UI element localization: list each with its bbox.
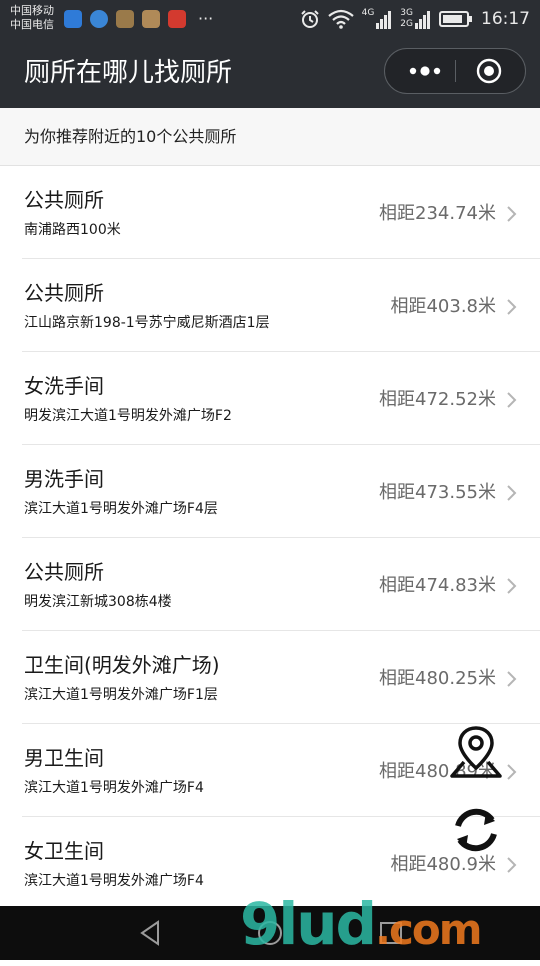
list-item[interactable]: 公共厕所 江山路京新198-1号苏宁威尼斯酒店1层 相距403.8米 [0,259,540,352]
toilet-address: 明发滨江大道1号明发外滩广场F2 [24,408,232,424]
carrier-2: 中国电信 [10,18,54,31]
toilet-distance: 相距403.8米 [390,296,496,317]
notification-icons: ··· [64,10,213,28]
title-bar: 厕所在哪儿找厕所 [0,40,540,108]
chevron-right-icon [507,299,517,315]
network-label-3: 2G [400,19,413,29]
chevron-right-icon [507,392,517,408]
chevron-right-icon [507,857,517,873]
photo-app-icon [142,10,160,28]
toilet-address: 滨江大道1号明发外滩广场F4 [24,780,204,796]
toilet-name: 公共厕所 [24,560,104,584]
list-item[interactable]: 卫生间(明发外滩广场) 滨江大道1号明发外滩广场F1层 相距480.25米 [0,631,540,724]
toilet-name: 公共厕所 [24,188,104,212]
toilet-distance: 相距234.74米 [379,203,496,224]
chevron-right-icon [507,671,517,687]
toilet-distance: 相距474.83米 [379,575,496,596]
status-right: 4G 3G 2G 16:17 [300,8,530,30]
recommendation-text: 为你推荐附近的10个公共厕所 [24,127,237,146]
toilet-distance: 相距480.25米 [379,668,496,689]
more-dots-icon [409,66,441,76]
news-app-icon [168,10,186,28]
chevron-right-icon [507,485,517,501]
network-label-1: 4G [361,8,375,18]
toilet-list: 公共厕所 南浦路西100米 相距234.74米 公共厕所 江山路京新198-1号… [0,166,540,910]
signal-group-2: 3G 2G [400,9,431,29]
recommendation-header: 为你推荐附近的10个公共厕所 [0,108,540,166]
toilet-address: 南浦路西100米 [24,222,121,238]
mini-program-capsule [384,48,526,94]
back-triangle-icon[interactable] [136,918,166,948]
clock: 16:17 [481,9,530,29]
battery-icon [439,11,472,27]
chevron-right-icon [507,764,517,780]
close-mini-program-button[interactable] [461,49,517,93]
toilet-name: 公共厕所 [24,281,104,305]
map-pin-icon [450,726,502,778]
capsule-divider [455,60,456,82]
signal-icon-2 [415,11,430,29]
toilet-name: 男洗手间 [24,467,104,491]
page-title: 厕所在哪儿找厕所 [24,58,233,88]
more-button[interactable] [395,49,455,93]
more-notifications-icon: ··· [198,9,214,28]
recent-square-icon[interactable] [376,918,406,948]
toilet-name: 女洗手间 [24,374,104,398]
list-item[interactable]: 公共厕所 南浦路西100米 相距234.74米 [0,166,540,259]
chevron-right-icon [507,578,517,594]
baidu-app-icon [64,10,82,28]
toilet-name: 男卫生间 [24,746,104,770]
home-circle-icon[interactable] [255,918,285,948]
wifi-icon [327,9,354,29]
system-navigation-bar [0,906,540,960]
chevron-right-icon [507,206,517,222]
toilet-name: 女卫生间 [24,839,104,863]
k-app-icon [90,10,108,28]
network-label-2: 3G [400,8,413,18]
toilet-name: 卫生间(明发外滩广场) [24,653,220,677]
toilet-distance: 相距472.52米 [379,389,496,410]
list-item[interactable]: 男洗手间 滨江大道1号明发外滩广场F4层 相距473.55米 [0,445,540,538]
signal-group-1: 4G [362,9,393,29]
carrier-info: 中国移动 中国电信 [10,4,54,32]
refresh-button[interactable] [446,800,506,860]
carrier-1: 中国移动 [10,4,54,17]
toilet-distance: 相距473.55米 [379,482,496,503]
refresh-icon [455,808,497,852]
toilet-address: 明发滨江新城308栋4楼 [24,594,172,610]
toilet-address: 滨江大道1号明发外滩广场F4层 [24,501,218,517]
target-close-icon [476,58,502,84]
signal-icon [376,11,392,29]
map-view-button[interactable] [446,722,506,782]
alarm-icon [300,10,319,28]
toilet-address: 滨江大道1号明发外滩广场F1层 [24,687,218,703]
list-item[interactable]: 公共厕所 明发滨江新城308栋4楼 相距474.83米 [0,538,540,631]
location-app-icon [116,10,134,28]
status-bar: 中国移动 中国电信 ··· 4G 3G 2G 16:17 [0,0,540,40]
list-item[interactable]: 女洗手间 明发滨江大道1号明发外滩广场F2 相距472.52米 [0,352,540,445]
network-labels-2: 3G 2G [400,9,413,29]
toilet-address: 滨江大道1号明发外滩广场F4 [24,873,204,889]
toilet-address: 江山路京新198-1号苏宁威尼斯酒店1层 [24,315,270,331]
